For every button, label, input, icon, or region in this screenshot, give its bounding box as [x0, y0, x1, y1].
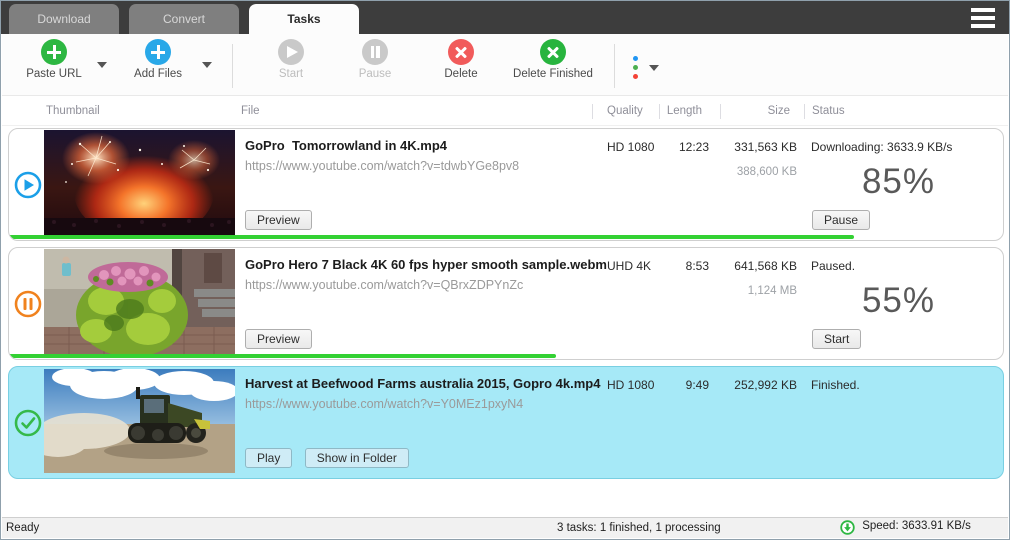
size-downloaded: 331,563 KB: [734, 140, 797, 154]
column-size[interactable]: Size: [692, 105, 790, 117]
paste-url-label: Paste URL: [26, 68, 82, 80]
toolbar: Paste URL Add Files Start Pause Delete D…: [2, 34, 1008, 96]
percent-label: 55%: [861, 281, 935, 320]
app-window: Download Convert Tasks Paste URL Add Fil…: [0, 0, 1010, 540]
task-row-downloading[interactable]: GoPro Tomorrowland in 4K.mp4 https://www…: [8, 128, 1004, 241]
size-downloaded: 252,992 KB: [734, 378, 797, 392]
tab-download[interactable]: Download: [9, 4, 119, 34]
file-title: GoPro Tomorrowland in 4K.mp4: [245, 138, 447, 153]
status-speed: Speed: 3633.91 KB/s: [840, 520, 971, 535]
pause-circle-icon[interactable]: [14, 290, 42, 318]
tab-convert[interactable]: Convert: [129, 4, 239, 34]
x-circle-icon: [540, 39, 566, 65]
toolbar-separator: [232, 44, 233, 88]
more-options-button[interactable]: [632, 55, 648, 81]
pause-button[interactable]: Pause: [332, 39, 418, 80]
check-circle-icon: [14, 409, 42, 437]
percent-label: 85%: [861, 162, 935, 201]
main-menu-button[interactable]: [971, 8, 995, 28]
play-button[interactable]: Play: [245, 448, 293, 468]
thumbnail-fireworks: [44, 130, 235, 235]
add-files-label: Add Files: [134, 68, 182, 80]
progress-bar: [9, 235, 854, 239]
status-tasks-summary: 3 tasks: 1 finished, 1 processing: [557, 522, 721, 534]
preview-button[interactable]: Preview: [245, 329, 312, 349]
pause-label: Pause: [358, 68, 392, 80]
title-bar: Download Convert Tasks: [1, 1, 1009, 34]
plus-circle-icon: [41, 39, 67, 65]
thumbnail-tractor: [44, 369, 235, 473]
pause-circle-icon: [362, 39, 388, 65]
toolbar-separator: [614, 44, 615, 88]
table-header: Thumbnail File Quality Length Size Statu…: [2, 97, 1008, 126]
delete-button[interactable]: Delete: [418, 39, 504, 80]
more-options-chevron-icon[interactable]: [649, 65, 659, 71]
delete-finished-label: Delete Finished: [513, 68, 593, 80]
row-pause-button[interactable]: Pause: [812, 210, 871, 230]
status-text: Finished.: [811, 378, 860, 392]
file-title: Harvest at Beefwood Farms australia 2015…: [245, 376, 601, 391]
download-arrow-icon: [840, 520, 855, 535]
file-url: https://www.youtube.com/watch?v=QBrxZDPY…: [245, 278, 524, 292]
column-status[interactable]: Status: [812, 105, 845, 117]
progress-bar: [9, 354, 556, 358]
status-bar: Ready 3 tasks: 1 finished, 1 processing …: [2, 517, 1008, 538]
paste-url-button[interactable]: Paste URL: [11, 39, 97, 80]
file-title: GoPro Hero 7 Black 4K 60 fps hyper smoot…: [245, 257, 607, 272]
add-files-dropdown-chevron-icon[interactable]: [202, 62, 212, 68]
column-file[interactable]: File: [241, 105, 260, 117]
preview-button[interactable]: Preview: [245, 210, 312, 230]
play-circle-icon[interactable]: [14, 171, 42, 199]
column-thumbnail[interactable]: Thumbnail: [46, 105, 100, 117]
play-circle-icon: [278, 39, 304, 65]
tab-tasks[interactable]: Tasks: [249, 4, 359, 34]
status-text: Downloading: 3633.9 KB/s: [811, 140, 953, 154]
status-text: Paused.: [811, 259, 856, 273]
delete-finished-button[interactable]: Delete Finished: [505, 39, 601, 80]
start-button[interactable]: Start: [248, 39, 334, 80]
show-in-folder-button[interactable]: Show in Folder: [304, 448, 409, 468]
row-start-button[interactable]: Start: [812, 329, 862, 349]
thumbnail-flowers: [44, 249, 235, 354]
file-url: https://www.youtube.com/watch?v=tdwbYGe8…: [245, 159, 520, 173]
x-circle-icon: [448, 39, 474, 65]
speed-label: Speed: 3633.91 KB/s: [862, 520, 971, 532]
add-files-button[interactable]: Add Files: [115, 39, 201, 80]
file-url: https://www.youtube.com/watch?v=Y0MEz1px…: [245, 397, 524, 411]
plus-circle-icon: [145, 39, 171, 65]
size-total: 388,600 KB: [736, 166, 797, 178]
start-label: Start: [278, 68, 304, 80]
size-total: 1,124 MB: [747, 285, 797, 297]
size-downloaded: 641,568 KB: [734, 259, 797, 273]
task-row-paused[interactable]: GoPro Hero 7 Black 4K 60 fps hyper smoot…: [8, 247, 1004, 360]
delete-label: Delete: [444, 68, 478, 80]
task-row-finished[interactable]: Harvest at Beefwood Farms australia 2015…: [8, 366, 1004, 479]
status-ready: Ready: [6, 522, 40, 534]
paste-url-dropdown-chevron-icon[interactable]: [97, 62, 107, 68]
